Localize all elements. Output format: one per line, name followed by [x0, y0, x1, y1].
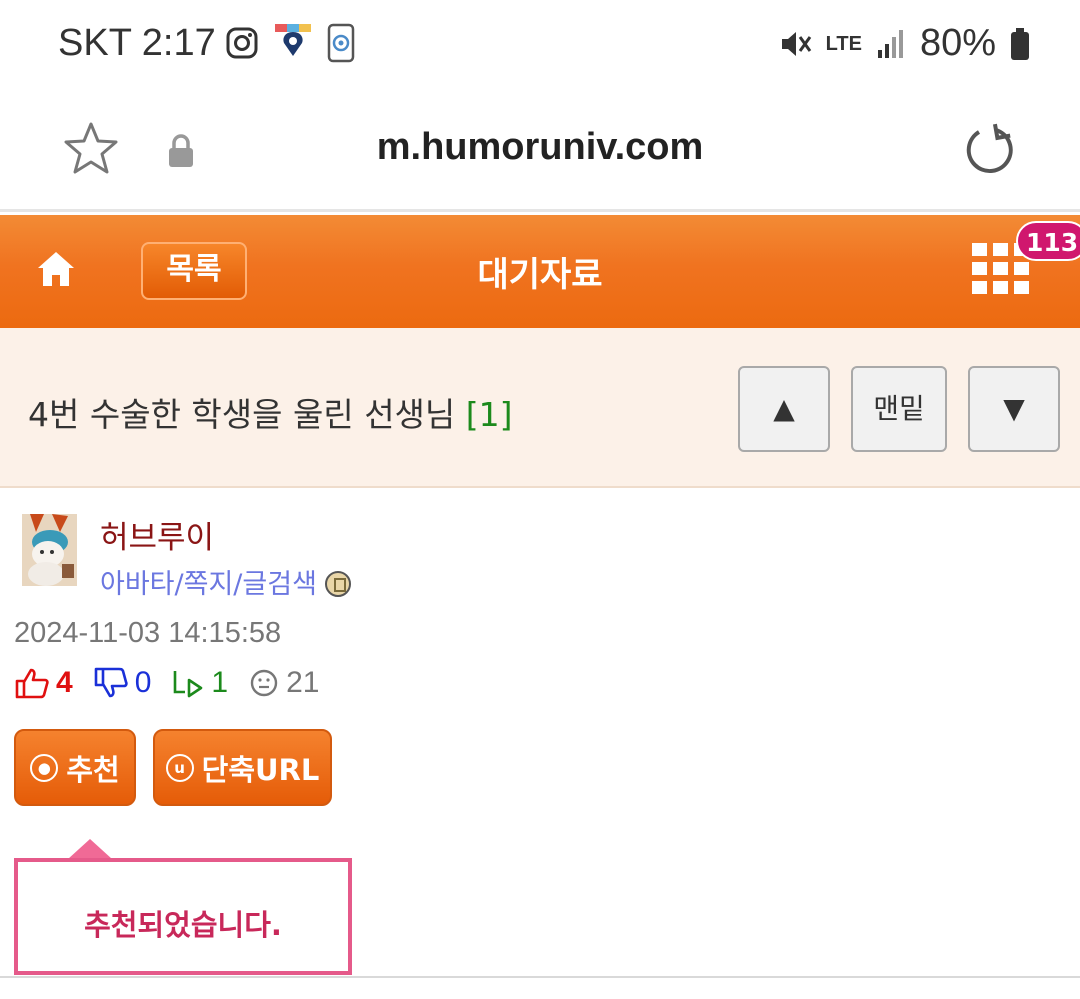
reply-stat: 1 — [171, 666, 228, 700]
reload-icon[interactable] — [962, 122, 1018, 178]
security-app-icon — [327, 23, 355, 63]
post-stats: 4 0 1 21 — [14, 666, 339, 700]
url-circle-icon: u — [165, 753, 194, 782]
post-date: 2024-11-03 14:15:58 — [14, 617, 282, 649]
battery-icon — [1011, 27, 1029, 60]
author-name[interactable]: 허브루이 — [100, 512, 214, 557]
post-title: 4번 수술한 학생을 울린 선생님 [1] — [28, 388, 513, 436]
recommend-label: 추천 — [66, 752, 120, 787]
map-pin-app-icon — [275, 24, 311, 56]
scroll-bottom-button[interactable]: 맨밑 — [851, 366, 947, 452]
upvote-stat: 4 — [14, 666, 73, 700]
notification-icons — [225, 22, 355, 64]
comment-count[interactable]: [1] — [466, 395, 513, 434]
tooltip-arrow — [68, 839, 112, 859]
short-url-button[interactable]: u 단축URL — [153, 729, 332, 806]
member-level-icon — [324, 571, 351, 597]
recommend-circle-icon: ● — [30, 753, 59, 782]
tooltip-message: 추천되었습니다. — [84, 908, 282, 942]
mute-icon — [781, 31, 811, 56]
thumbs-up-icon — [15, 668, 49, 699]
avatar[interactable] — [22, 514, 77, 586]
system-status: LTE 80% — [778, 22, 1030, 65]
reply-icon — [174, 671, 203, 698]
page-title: 대기자료 — [477, 255, 603, 295]
short-url-label: 단축URL — [201, 752, 320, 787]
view-stat: 21 — [248, 666, 319, 700]
recommend-button[interactable]: ● 추천 — [14, 729, 136, 806]
view-count: 21 — [286, 666, 320, 699]
thumbs-down-icon — [94, 667, 128, 698]
signal-icon — [877, 29, 903, 58]
downvote-stat: 0 — [93, 666, 152, 700]
battery-percent: 80% — [919, 22, 996, 64]
reply-count: 1 — [211, 666, 229, 699]
scroll-down-button[interactable]: ▼ — [968, 366, 1060, 452]
browser-url-bar: m.humoruniv.com — [0, 90, 1080, 212]
notification-badge[interactable]: 113 — [1016, 221, 1080, 261]
face-icon — [250, 669, 278, 697]
network-type: LTE — [825, 32, 862, 55]
author-links[interactable]: 아바타/쪽지/글검색 — [100, 562, 351, 601]
status-bar: SKT 2:17 LTE 80% — [0, 0, 1080, 90]
recommend-tooltip: 추천되었습니다. — [14, 858, 352, 975]
url-text[interactable]: m.humoruniv.com — [0, 126, 1080, 169]
upvote-count: 4 — [56, 666, 73, 699]
downvote-count: 0 — [134, 666, 152, 699]
post-title-bar: 4번 수술한 학생을 울린 선생님 [1] ▲ 맨밑 ▼ — [0, 328, 1080, 488]
carrier-time: SKT 2:17 — [58, 22, 216, 64]
instagram-icon — [226, 27, 258, 59]
divider — [0, 976, 1080, 978]
scroll-up-button[interactable]: ▲ — [738, 366, 830, 452]
author-links-text[interactable]: 아바타/쪽지/글검색 — [100, 569, 317, 600]
site-header: 목록 대기자료 113 — [0, 215, 1080, 328]
post-title-text: 4번 수술한 학생을 울린 선생님 — [28, 395, 456, 434]
